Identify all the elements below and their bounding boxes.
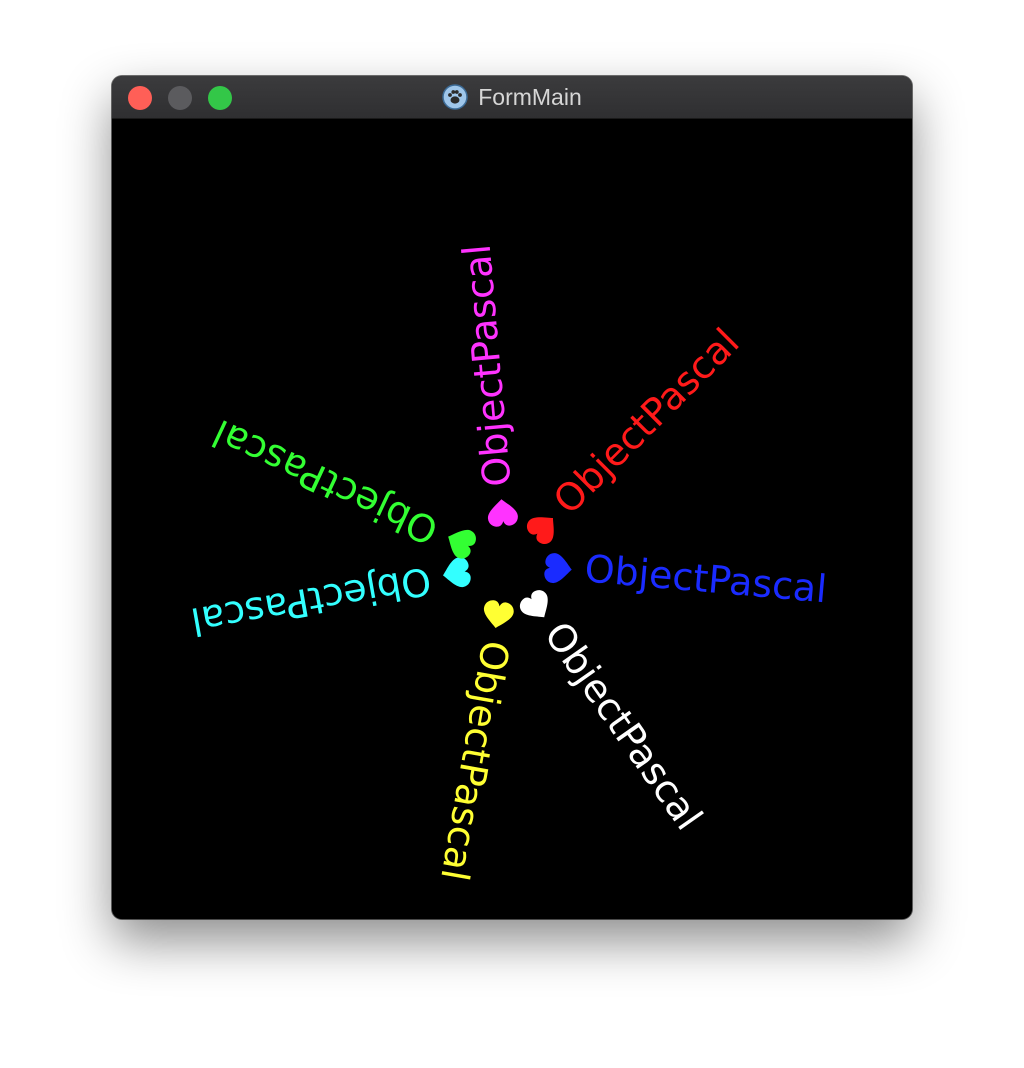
heart-icon xyxy=(448,529,476,559)
heart-icon xyxy=(544,553,572,584)
drawing-canvas: ObjectPascal ObjectPascal ObjectPascal Obje… xyxy=(112,119,912,919)
heart-icon xyxy=(519,590,548,618)
ray-magenta: ObjectPascal xyxy=(455,243,520,527)
heart-icon xyxy=(484,600,514,629)
ray-label: ObjectPascal xyxy=(536,614,711,838)
ray-white: ObjectPascal xyxy=(519,590,711,838)
heart-icon xyxy=(442,557,471,587)
ray-cyan: ObjectPascal xyxy=(188,557,471,644)
ray-label: ObjectPascal xyxy=(455,243,520,489)
ray-label: ObjectPascal xyxy=(583,546,829,611)
heart-icon xyxy=(526,517,554,545)
ray-label: ObjectPascal xyxy=(432,637,517,884)
ray-label: ObjectPascal xyxy=(188,558,435,643)
lazarus-paw-icon xyxy=(442,84,468,110)
window-title-group: FormMain xyxy=(112,76,912,118)
ray-yellow: ObjectPascal xyxy=(432,600,518,884)
heart-icon xyxy=(487,499,518,527)
title-bar[interactable]: FormMain xyxy=(112,76,912,119)
ray-green: ObjectPascal xyxy=(206,411,476,559)
ray-label: ObjectPascal xyxy=(206,411,445,553)
app-window: FormMain ObjectPascal ObjectPascal ObjectP… xyxy=(112,76,912,919)
ray-label: ObjectPascal xyxy=(545,320,748,523)
ray-blue: ObjectPascal xyxy=(544,546,829,611)
window-title: FormMain xyxy=(478,83,582,110)
ray-red: ObjectPascal xyxy=(526,320,748,545)
canvas-svg: ObjectPascalObjectPascalObjectPascalObje… xyxy=(188,243,829,884)
